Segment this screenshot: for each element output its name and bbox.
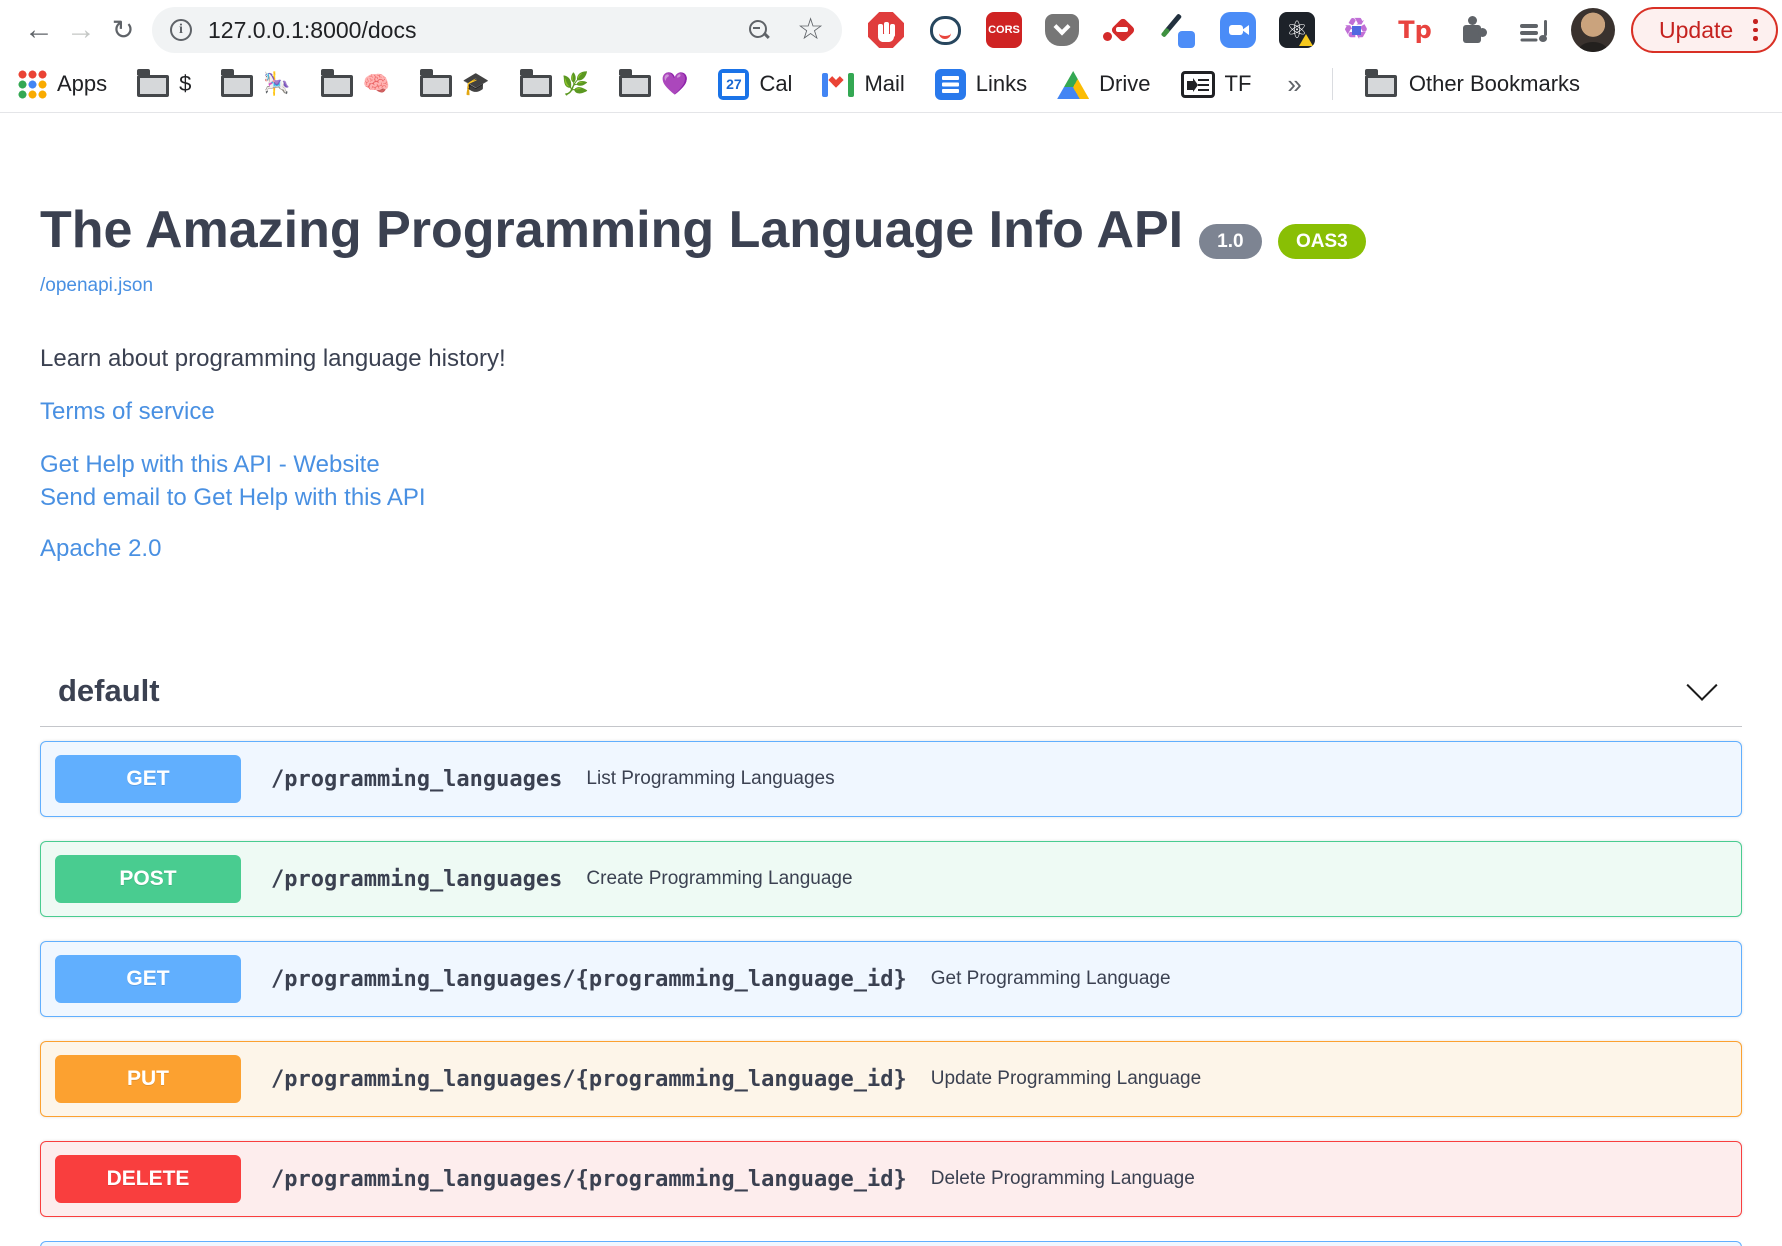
playlist-icon[interactable] (1515, 12, 1551, 48)
bookmark-icon (934, 68, 966, 100)
version-badge: 1.0 (1199, 224, 1262, 259)
folder-icon (1364, 69, 1397, 97)
diamond-icon[interactable] (1102, 12, 1138, 48)
bookmark-item[interactable]: Links (934, 68, 1027, 100)
api-description: Learn about programming language history… (40, 344, 506, 372)
pocket-icon[interactable] (1045, 14, 1079, 46)
bookmark-icon (619, 69, 652, 97)
bookmark-item[interactable]: 💜 (619, 69, 688, 97)
react-devtools-icon[interactable]: ⚛ (1279, 12, 1315, 48)
bookmark-icon (18, 69, 47, 99)
method-badge: POST (55, 855, 241, 904)
endpoint-path: /programming_languages/{programming_lang… (271, 966, 907, 992)
endpoint-row[interactable]: DELETE /programming_languages/{programmi… (40, 1141, 1742, 1218)
endpoint-row[interactable]: PUT /programming_languages/{programming_… (40, 1041, 1742, 1118)
tag-section-default: default GET /programming_languages List … (40, 655, 1742, 1246)
url-text[interactable]: 127.0.0.1:8000/docs (208, 17, 747, 44)
chat-bubble-icon[interactable] (927, 12, 963, 48)
swagger-page: The Amazing Programming Language Info AP… (0, 113, 1782, 1246)
bookmark-item[interactable]: 🎠 (221, 69, 291, 97)
oas3-badge: OAS3 (1278, 224, 1366, 259)
bookmark-icon (420, 69, 453, 97)
toggl-icon[interactable]: Tp (1397, 12, 1433, 48)
bookmark-icon (1180, 70, 1215, 98)
bookmark-item[interactable]: Mail (822, 71, 905, 97)
method-badge: GET (55, 955, 241, 1004)
reload-button[interactable]: ↻ (102, 9, 144, 51)
partial-next-endpoint-row[interactable] (40, 1241, 1742, 1246)
browser-menu-icon[interactable] (1753, 19, 1758, 41)
bookmark-item[interactable]: 🧠 (320, 69, 390, 97)
help-email-link[interactable]: Send email to Get Help with this API (40, 481, 1742, 514)
bookmark-icon (221, 69, 254, 97)
forward-button[interactable]: → (60, 9, 102, 51)
method-badge: GET (55, 755, 241, 804)
cors-icon[interactable]: CORS (986, 12, 1022, 48)
method-badge: PUT (55, 1055, 241, 1104)
bookmark-icon: 27 (718, 68, 750, 100)
method-badge: DELETE (55, 1155, 241, 1204)
bookmark-icon (822, 72, 855, 97)
bookmark-item[interactable]: TF (1180, 70, 1251, 98)
endpoint-path: /programming_languages (271, 766, 563, 792)
endpoint-summary: Delete Programming Language (930, 1168, 1195, 1190)
endpoint-path: /programming_languages/{programming_lang… (271, 1166, 907, 1192)
zoom-camera-icon[interactable] (1220, 12, 1256, 48)
bookmark-item[interactable]: Drive (1057, 69, 1151, 99)
other-bookmarks[interactable]: Other Bookmarks (1364, 69, 1580, 97)
help-website-link[interactable]: Get Help with this API - Website (40, 448, 1742, 481)
endpoint-path: /programming_languages/{programming_lang… (271, 1066, 907, 1092)
update-label: Update (1659, 16, 1734, 43)
bookmarks-overflow-chevron[interactable]: » (1287, 69, 1301, 100)
bookmark-item[interactable]: 27 Cal (718, 68, 792, 100)
bookmark-icon (519, 69, 552, 97)
tag-header[interactable]: default (40, 655, 1742, 728)
bookmark-star-icon[interactable]: ☆ (797, 15, 824, 45)
zoom-out-icon[interactable] (747, 18, 771, 42)
bookmark-item[interactable]: 🎓 (420, 69, 490, 97)
endpoint-row[interactable]: POST /programming_languages Create Progr… (40, 841, 1742, 918)
bookmark-item[interactable]: 🌿 (519, 69, 589, 97)
tag-name: default (58, 672, 160, 708)
puzzle-icon[interactable] (1456, 12, 1492, 48)
bookmark-item[interactable]: $ (137, 69, 191, 97)
site-info-icon[interactable]: i (170, 19, 192, 41)
bookmark-icon (320, 69, 353, 97)
endpoint-row[interactable]: GET /programming_languages List Programm… (40, 741, 1742, 818)
page-title: The Amazing Programming Language Info AP… (40, 201, 1742, 261)
endpoint-list: GET /programming_languages List Programm… (40, 741, 1742, 1246)
endpoint-summary: Create Programming Language (586, 868, 853, 890)
openapi-spec-link[interactable]: /openapi.json (40, 275, 153, 297)
endpoint-summary: List Programming Languages (586, 768, 835, 790)
eyedropper-icon[interactable] (1161, 12, 1197, 48)
endpoint-summary: Update Programming Language (930, 1068, 1202, 1090)
chevron-down-icon (1686, 669, 1718, 701)
license-link[interactable]: Apache 2.0 (40, 532, 1742, 565)
collapse-section-button[interactable] (1680, 669, 1724, 713)
address-bar[interactable]: i 127.0.0.1:8000/docs ☆ (152, 7, 842, 53)
bookmark-icon (137, 69, 170, 97)
bookmark-icon (1057, 71, 1090, 99)
back-button[interactable]: ← (18, 9, 60, 51)
bookmark-item[interactable]: Apps (18, 69, 107, 99)
adblock-icon[interactable] (868, 12, 904, 48)
browser-toolbar: ← → ↻ i 127.0.0.1:8000/docs ☆ CORS ⚛ ♻ T… (0, 0, 1782, 62)
endpoint-path: /programming_languages (271, 866, 563, 892)
update-button[interactable]: Update (1631, 7, 1778, 53)
bookmarks-bar: Apps $ 🎠 🧠 🎓 🌿 💜 27 Cal Mail Links Drive… (0, 62, 1782, 113)
extensions-row: CORS ⚛ ♻ Tp (868, 12, 1551, 48)
terms-of-service-link[interactable]: Terms of service (40, 395, 1742, 428)
profile-avatar[interactable] (1571, 8, 1615, 52)
endpoint-summary: Get Programming Language (930, 968, 1171, 990)
recycle-icon[interactable]: ♻ (1338, 12, 1374, 48)
endpoint-row[interactable]: GET /programming_languages/{programming_… (40, 941, 1742, 1018)
bookmarks-divider (1331, 68, 1333, 100)
